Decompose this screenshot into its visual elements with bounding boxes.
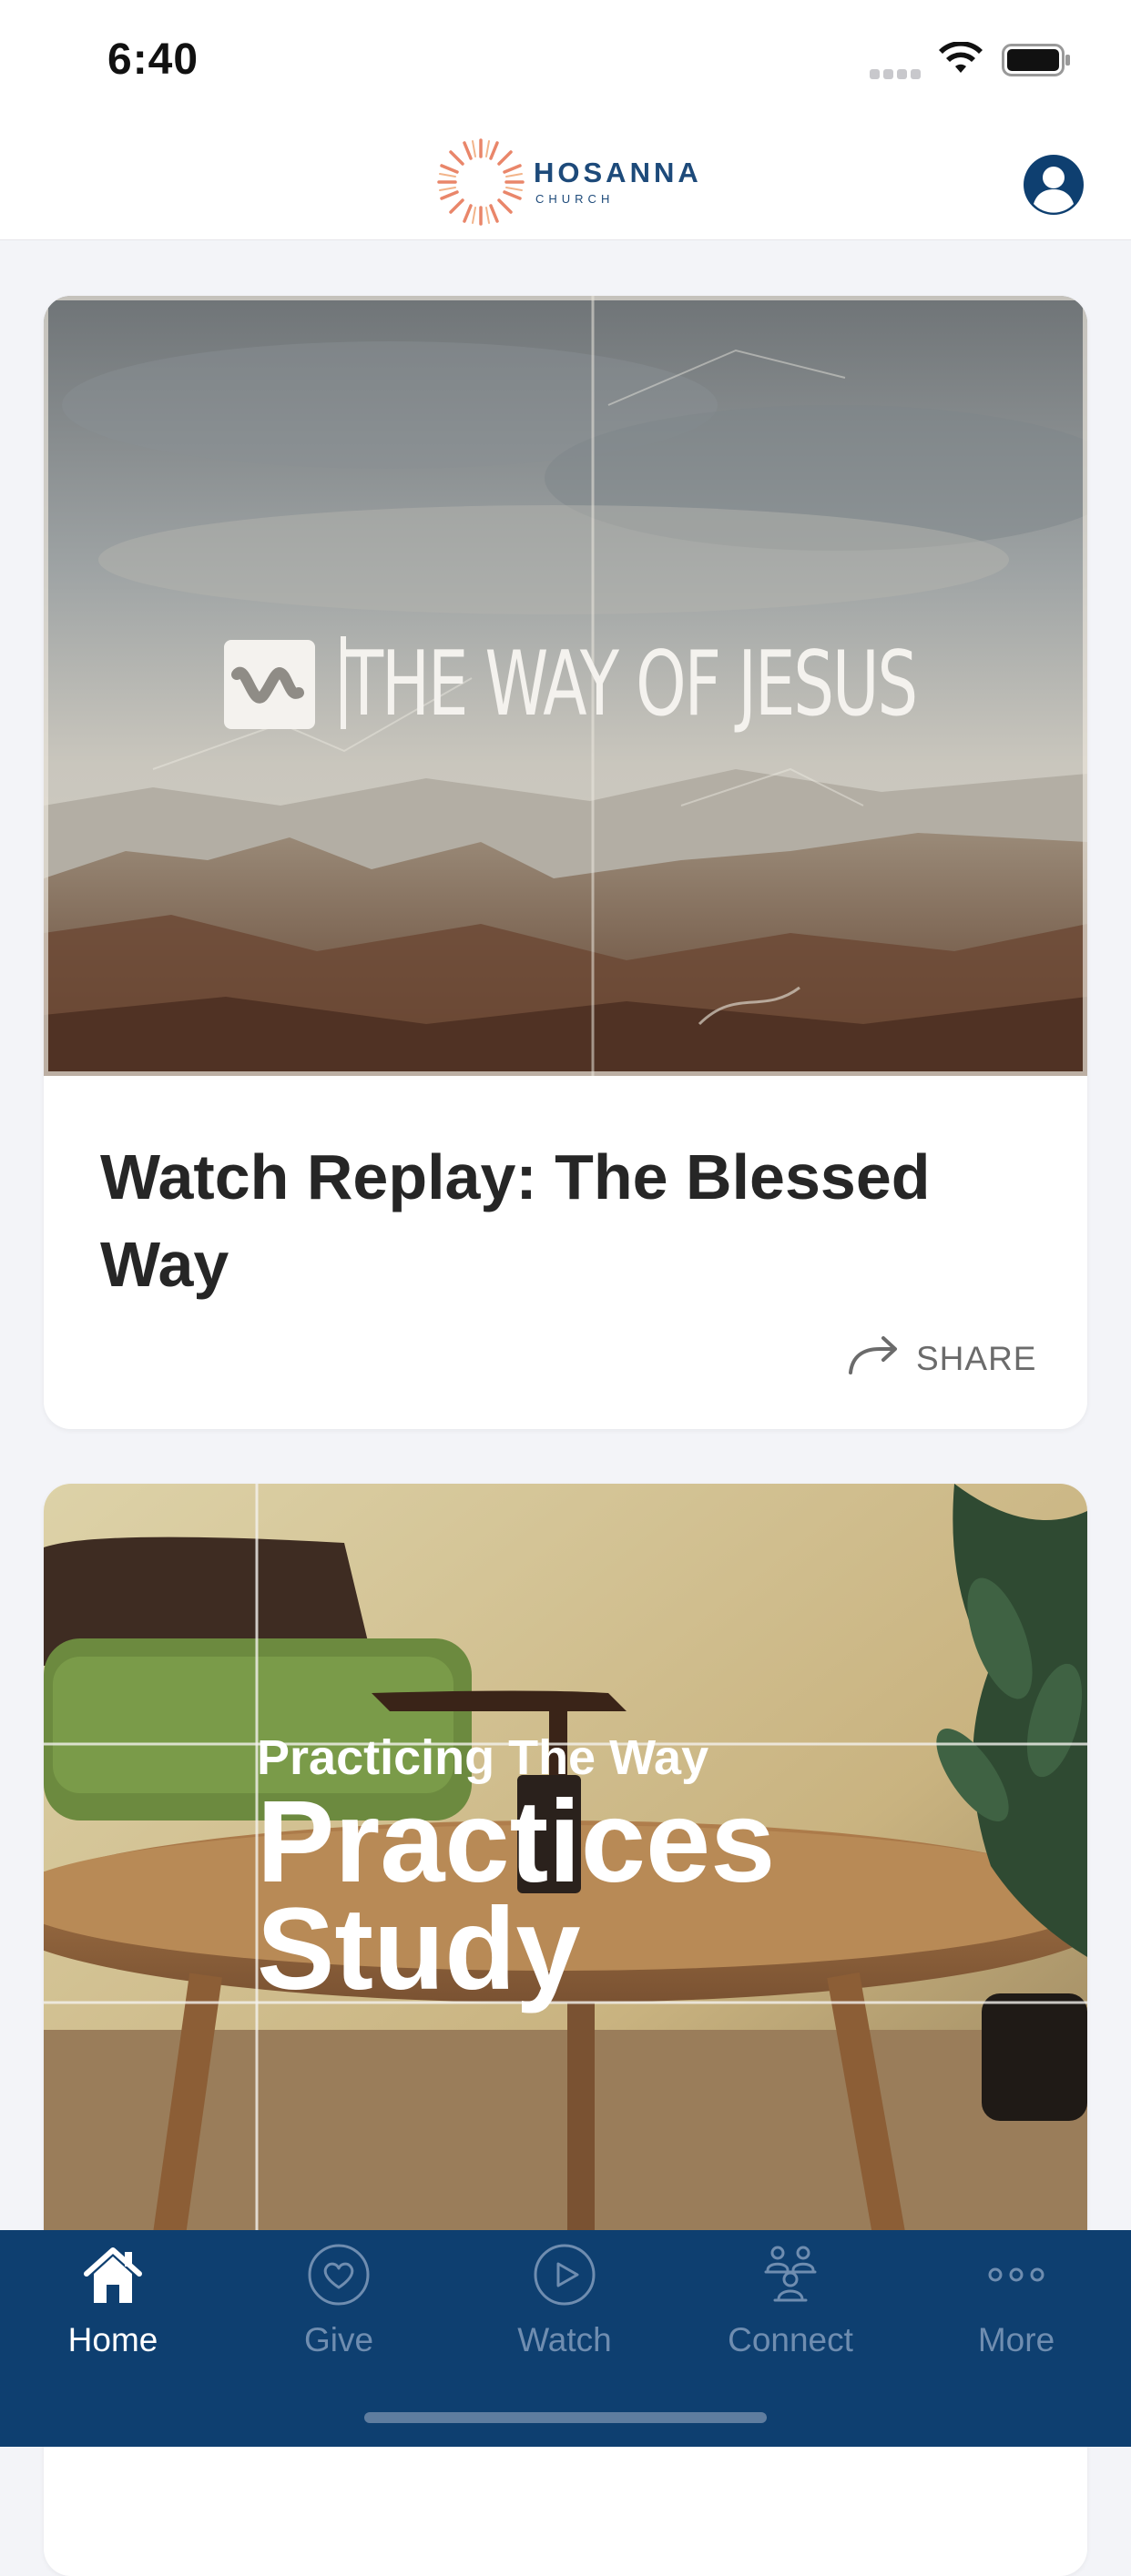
tab-more-label: More [977,2321,1055,2358]
study-title-line1: Practices [257,1777,776,1907]
share-button[interactable]: SHARE [847,1329,1075,1384]
tab-watch[interactable]: Watch [452,2230,678,2376]
tab-watch-label: Watch [517,2321,612,2358]
tab-more[interactable]: More [903,2230,1129,2376]
home-icon [84,2247,142,2303]
people-icon [764,2246,817,2302]
home-indicator [364,2412,767,2423]
tab-home-label: Home [67,2321,158,2358]
card-title[interactable]: Watch Replay: The Blessed Way [100,1133,1038,1308]
series-title: THE WAY OF JESUS [344,633,918,736]
logo-name: HOSANNA [534,157,702,188]
hosanna-logo[interactable]: HOSANNA CHURCH [435,137,699,228]
tab-give[interactable]: Give [226,2230,452,2376]
series-logo-icon [224,640,315,729]
tab-home[interactable]: Home [0,2230,226,2376]
profile-icon[interactable] [1022,153,1085,217]
logo-subtitle: CHURCH [535,192,615,206]
share-label: SHARE [916,1340,1037,1377]
tab-connect[interactable]: Connect [678,2230,903,2376]
study-title: Practices Study [257,1777,776,2014]
play-circle-icon [534,2244,596,2306]
tab-give-label: Give [303,2321,374,2358]
status-time: 6:40 [107,35,199,84]
more-dots-icon [988,2267,1044,2282]
wifi-icon [939,42,983,73]
share-icon [849,1336,897,1374]
heart-circle-icon [308,2244,370,2306]
tab-connect-label: Connect [728,2321,853,2358]
logo-sunburst-icon [437,138,525,226]
battery-icon [1002,44,1070,76]
study-title-line2: Study [257,1884,581,2014]
signal-icon [870,67,924,79]
app-header: HOSANNA CHURCH [0,123,1131,240]
status-bar: 6:40 [0,0,1131,123]
sermon-card[interactable]: THE WAY OF JESUS Watch Replay: The Bless… [44,296,1087,1429]
